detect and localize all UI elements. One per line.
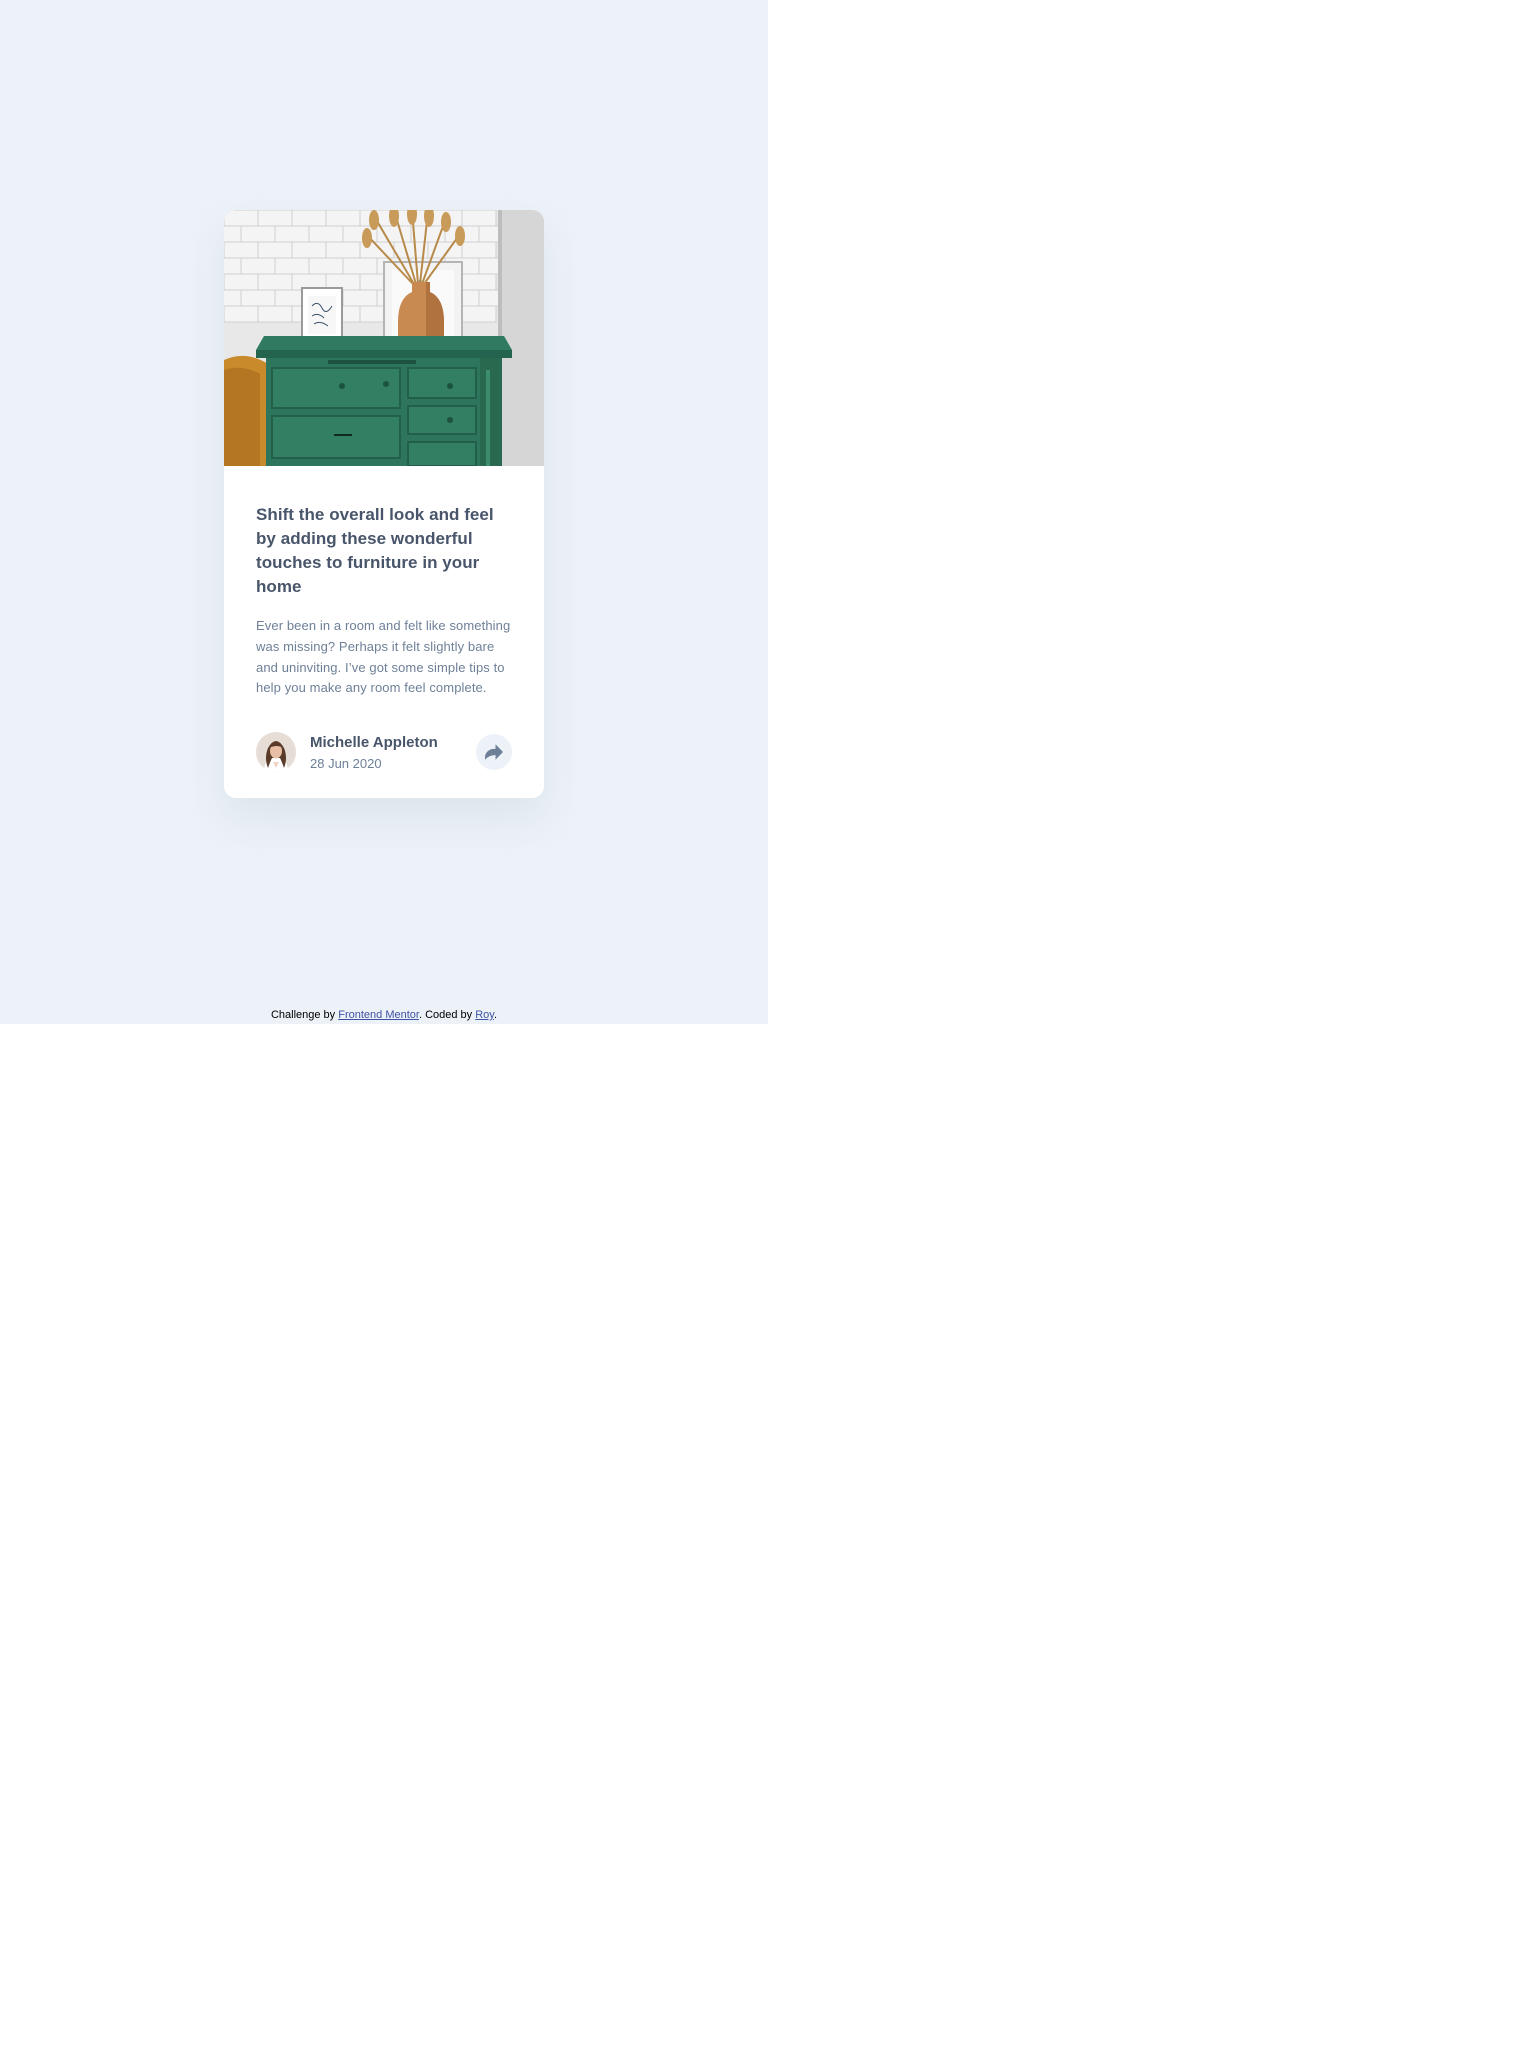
share-button[interactable] [476,734,512,770]
attribution-middle: . Coded by [418,1009,476,1021]
drawers-photo [224,210,544,466]
attribution-prefix: Challenge by [270,1009,339,1021]
author-link[interactable]: Roy [475,1009,494,1021]
post-date: 28 Jun 2020 [310,756,382,771]
attribution-suffix: . [493,1009,498,1021]
card-body: Shift the overall look and feel by addin… [256,503,514,699]
article-title[interactable]: Shift the overall look and feel by addin… [256,503,514,599]
avatar [256,732,296,772]
author-name: Michelle Appleton [310,734,438,751]
page-viewport: Shift the overall look and feel by addin… [0,0,768,1024]
article-description: Ever been in a room and felt like someth… [256,618,511,696]
article-preview-card: Shift the overall look and feel by addin… [224,210,544,798]
author-row: Michelle Appleton 28 Jun 2020 [256,732,512,772]
share-icon [485,744,503,760]
drawers-illustration [224,210,544,466]
frontend-mentor-link[interactable]: Frontend Mentor [338,1009,419,1021]
avatar-portrait-icon [256,732,296,772]
attribution: Challenge by Frontend Mentor. Coded by R… [0,1008,768,1022]
